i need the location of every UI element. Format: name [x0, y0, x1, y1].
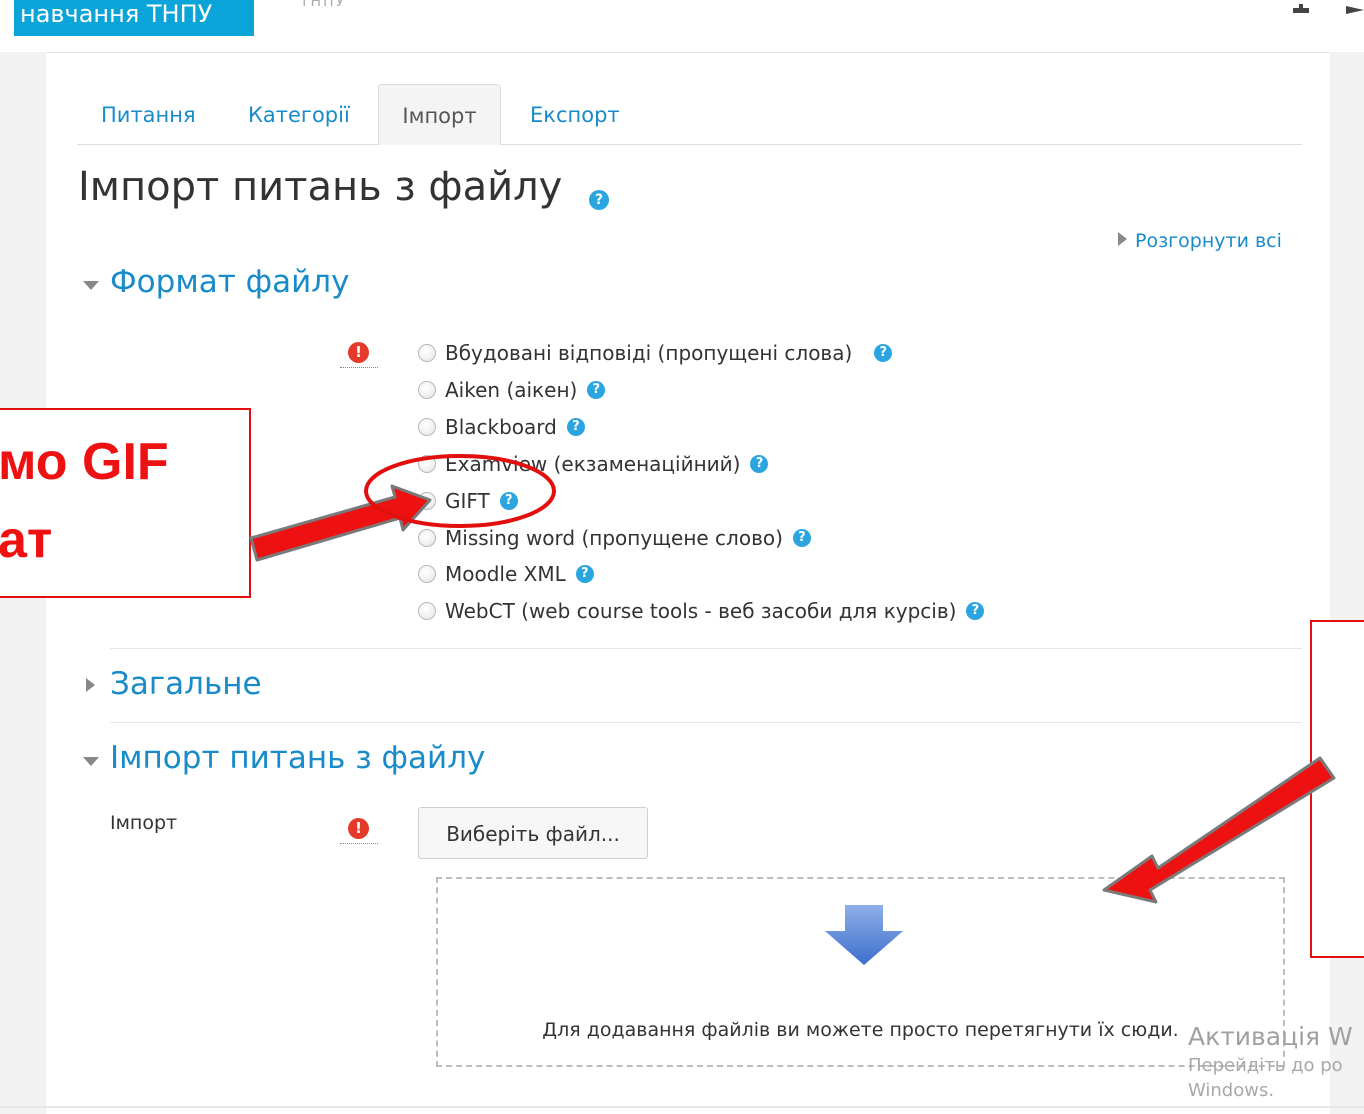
tab-export[interactable]: Експорт [530, 84, 620, 144]
format-option-label: Missing word (пропущене слово) [445, 526, 783, 550]
site-brand[interactable]: навчання ТНПУ [14, 0, 254, 36]
expand-all-label: Розгорнути всі [1135, 230, 1282, 252]
page-title: Імпорт питань з файлу [78, 164, 563, 210]
watermark-line1: Активація W [1188, 1022, 1353, 1051]
radio-button[interactable] [418, 602, 436, 620]
watermark-line2: Перейдіть до ро [1188, 1055, 1343, 1076]
help-icon[interactable]: ? [750, 455, 769, 473]
tab-questions[interactable]: Питання [101, 84, 196, 144]
format-option-label: Вбудовані відповіді (пропущені слова) [445, 341, 853, 365]
tab-categories[interactable]: Категорії [248, 84, 350, 144]
expand-all-link[interactable]: Розгорнути всі [1118, 230, 1282, 252]
required-icon: ! [340, 342, 378, 368]
expand-arrow-icon [1118, 232, 1127, 246]
import-field-label: Імпорт [110, 812, 178, 834]
format-option[interactable]: WebCT (web course tools - веб засоби для… [418, 596, 985, 626]
file-dropzone[interactable]: Для додавання файлів ви можете просто пе… [436, 877, 1285, 1067]
bottom-divider [0, 1106, 1364, 1108]
dropzone-hint: Для додавання файлів ви можете просто пе… [542, 1019, 1179, 1041]
section-file-format[interactable]: Формат файлу [110, 264, 349, 300]
section-import[interactable]: Імпорт питань з файлу [110, 740, 485, 776]
format-option-gift[interactable]: GIFT ? [418, 486, 518, 516]
format-option-label: WebCT (web course tools - веб засоби для… [445, 599, 957, 623]
required-icon: ! [340, 818, 378, 844]
annotation-callout-right [1310, 620, 1364, 958]
radio-button[interactable] [418, 565, 436, 583]
help-icon[interactable]: ? [575, 565, 594, 583]
format-option-label: Blackboard [445, 415, 557, 439]
download-arrow-icon [825, 905, 903, 965]
format-option[interactable]: Moodle XML ? [418, 559, 594, 589]
radio-button[interactable] [418, 418, 436, 436]
radio-button[interactable] [418, 344, 436, 362]
help-icon[interactable]: ? [792, 529, 811, 547]
help-icon[interactable]: ? [589, 190, 609, 210]
radio-button[interactable] [418, 492, 436, 510]
top-navbar: навчання ТНПУ ТНПУ [0, 0, 1364, 53]
collapse-arrow-icon[interactable] [83, 757, 99, 766]
help-icon[interactable]: ? [587, 381, 606, 399]
radio-button[interactable] [418, 381, 436, 399]
watermark-line3: Windows. [1188, 1080, 1275, 1101]
format-option-label: Aiken (аікен) [445, 378, 578, 402]
annotation-callout: мо GIF ат [0, 408, 251, 598]
format-option-label: Examview (екзаменаційний) [445, 452, 741, 476]
section-general[interactable]: Загальне [110, 666, 262, 702]
annotation-arrow [249, 484, 432, 562]
format-option[interactable]: Examview (екзаменаційний) ? [418, 449, 769, 479]
help-icon[interactable]: ? [966, 602, 985, 620]
format-option[interactable]: Вбудовані відповіді (пропущені слова) ? [418, 338, 893, 368]
format-option-label: GIFT [445, 489, 490, 513]
section-divider [110, 648, 1302, 649]
format-option[interactable]: Missing word (пропущене слово) ? [418, 523, 811, 553]
section-divider [110, 722, 1302, 723]
messages-icon[interactable] [1344, 2, 1364, 18]
notification-icon[interactable] [1290, 2, 1312, 18]
format-option[interactable]: Blackboard ? [418, 412, 585, 442]
help-icon[interactable]: ? [874, 344, 893, 362]
top-menu-link[interactable]: ТНПУ [300, 0, 346, 10]
callout-text-line1: мо GIF [0, 433, 169, 491]
question-bank-tabs: Питання Категорії Імпорт Експорт [77, 84, 1302, 145]
choose-file-button[interactable]: Виберіть файл... [418, 807, 648, 859]
format-option-label: Moodle XML [445, 562, 566, 586]
help-icon[interactable]: ? [499, 492, 518, 510]
callout-text-line2: ат [0, 511, 53, 569]
radio-button[interactable] [418, 529, 436, 547]
expand-arrow-icon[interactable] [86, 678, 103, 697]
tab-import[interactable]: Імпорт [378, 84, 501, 145]
radio-button[interactable] [418, 455, 436, 473]
windows-activation-watermark: Активація W Перейдіть до ро Windows. [1188, 1022, 1353, 1101]
help-icon[interactable]: ? [566, 418, 585, 436]
format-option[interactable]: Aiken (аікен) ? [418, 375, 606, 405]
collapse-arrow-icon[interactable] [83, 281, 99, 290]
